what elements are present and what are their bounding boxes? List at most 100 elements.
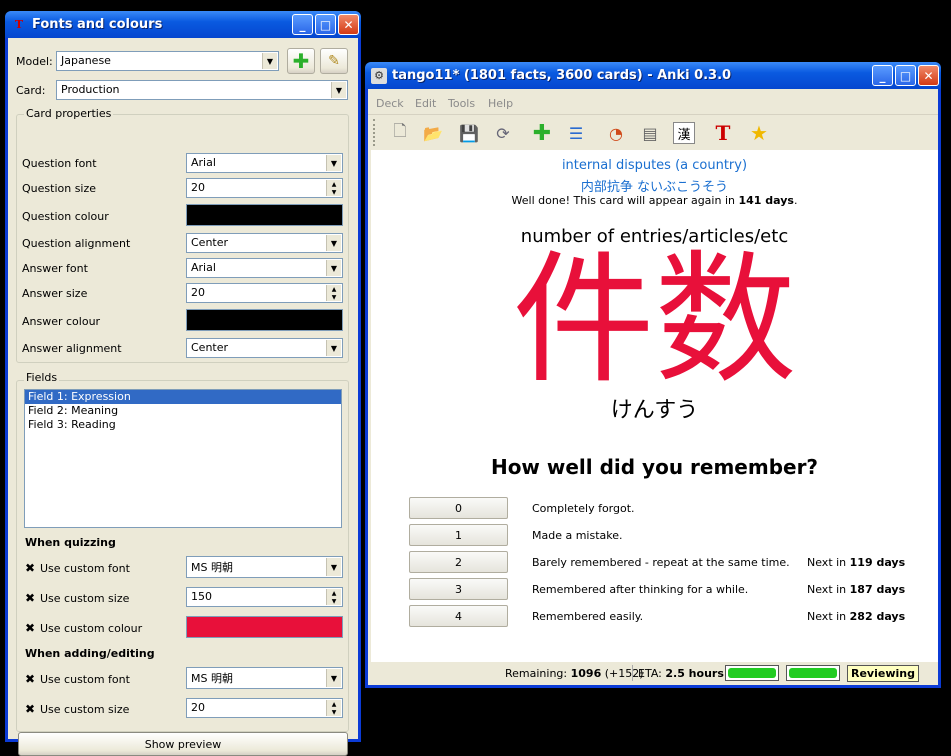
anki-titlebar[interactable]: ⚙ tango11* (1801 facts, 3600 cards) - An… [365, 62, 941, 89]
chevron-down-icon: ▼ [326, 260, 341, 276]
new-deck-icon[interactable]: 🗋 [389, 121, 411, 144]
minimize-icon[interactable]: _ [872, 65, 893, 86]
fonts-window: T Fonts and colours _ □ ✕ Model: Japanes… [5, 11, 361, 756]
sync-icon[interactable]: ⟳ [492, 122, 514, 144]
fonts-titlebar[interactable]: T Fonts and colours _ □ ✕ [5, 11, 361, 38]
adding-title: When adding/editing [25, 647, 155, 660]
next-interval: Next in 119 days [807, 556, 906, 569]
spin-up-icon[interactable]: ▲ [326, 180, 341, 188]
model-select[interactable]: Japanese ▼ [56, 51, 279, 71]
list-item[interactable]: Field 3: Reading [25, 418, 341, 432]
list-item[interactable]: Field 2: Meaning [25, 404, 341, 418]
property-label: Question size [22, 182, 97, 195]
fonts-client: Model: Japanese ▼ ✚ ✎ Card: Production ▼ C… [8, 38, 358, 756]
card-select[interactable]: Production ▼ [56, 80, 348, 100]
progress-bar-1 [725, 665, 779, 681]
status-bar: Remaining: 1096 (+152) ETA: 2.5 hours Re… [368, 662, 938, 685]
add-model-button[interactable]: ✚ [287, 48, 315, 74]
close-icon[interactable]: ✕ [338, 14, 359, 35]
spin-up-icon[interactable]: ▲ [326, 589, 341, 597]
card-properties-title: Card properties [24, 107, 114, 120]
menu-help[interactable]: Help [488, 97, 513, 110]
property-select[interactable]: Center ▼ [186, 233, 343, 253]
progress-bar-2 [786, 665, 840, 681]
menu-deck[interactable]: Deck [376, 97, 404, 110]
spin-down-icon[interactable]: ▼ [326, 188, 341, 196]
card-label: Card: [16, 84, 46, 97]
remember-prompt: How well did you remember? [490, 455, 819, 479]
spin-down-icon[interactable]: ▼ [326, 597, 341, 605]
quiz-size-checkbox[interactable]: ✖ [24, 592, 36, 604]
add-size-label: Use custom size [40, 703, 130, 716]
property-label: Answer font [22, 262, 88, 275]
open-deck-icon[interactable]: 📂 [422, 122, 444, 144]
property-label: Question font [22, 157, 97, 170]
answer-button-3[interactable]: 3 [409, 578, 508, 600]
window-title: Fonts and colours [32, 17, 163, 32]
answer-button-0[interactable]: 0 [409, 497, 508, 519]
quiz-font-label: Use custom font [40, 562, 130, 575]
spin-up-icon[interactable]: ▲ [326, 285, 341, 293]
anki-client: Deck Edit Tools Help 🗋 📂 💾 ⟳ ✚ ☰ ◔ ▤ 漢 T… [368, 89, 938, 685]
toolbar-grip [373, 119, 376, 146]
next-interval: Next in 282 days [807, 610, 906, 623]
save-icon[interactable]: 💾 [458, 122, 480, 144]
anki-window: ⚙ tango11* (1801 facts, 3600 cards) - An… [365, 62, 941, 688]
add-size-spinbox[interactable]: 20 ▲ ▼ [186, 698, 343, 718]
colour-swatch[interactable] [186, 309, 343, 331]
card-list-icon[interactable]: ▤ [639, 122, 661, 144]
show-preview-button[interactable]: Show preview [18, 732, 348, 756]
add-card-icon[interactable]: ✚ [531, 121, 553, 146]
size-spinbox[interactable]: 20 ▲ ▼ [186, 283, 343, 303]
answer-button-2[interactable]: 2 [409, 551, 508, 573]
list-item[interactable]: Field 1: Expression [25, 390, 341, 404]
chevron-down-icon: ▼ [326, 669, 341, 687]
spin-down-icon[interactable]: ▼ [326, 708, 341, 716]
add-size-checkbox[interactable]: ✖ [24, 703, 36, 715]
minimize-icon[interactable]: _ [292, 14, 313, 35]
fields-list[interactable]: Field 1: Expression Field 2: Meaning Fie… [24, 389, 342, 528]
add-font-select[interactable]: MS 明朝 ▼ [186, 667, 343, 689]
property-label: Answer alignment [22, 342, 122, 355]
previous-answer: internal disputes (a country) [561, 158, 748, 173]
fonts-icon[interactable]: T [712, 121, 734, 145]
star-icon[interactable]: ★ [748, 121, 770, 145]
property-select[interactable]: Arial ▼ [186, 153, 343, 173]
close-icon[interactable]: ✕ [918, 65, 939, 86]
quiz-font-checkbox[interactable]: ✖ [24, 562, 36, 574]
reading-text: けんすう [610, 398, 699, 423]
anki-app-icon: ⚙ [371, 67, 387, 84]
answer-description: Completely forgot. [532, 502, 635, 515]
card-view: internal disputes (a country) 内部抗争 ないぶこう… [371, 150, 938, 662]
menu-tools[interactable]: Tools [448, 97, 475, 110]
answer-description: Remembered after thinking for a while. [532, 583, 749, 596]
quiz-colour-swatch[interactable] [186, 616, 343, 638]
chevron-down-icon: ▼ [326, 235, 341, 251]
answer-button-4[interactable]: 4 [409, 605, 508, 627]
quiz-size-label: Use custom size [40, 592, 130, 605]
chevron-down-icon: ▼ [326, 155, 341, 171]
kanji-icon[interactable]: 漢 [673, 122, 695, 144]
spin-down-icon[interactable]: ▼ [326, 293, 341, 301]
spin-up-icon[interactable]: ▲ [326, 700, 341, 708]
remaining-status: Remaining: 1096 (+152) [505, 667, 644, 680]
quiz-size-spinbox[interactable]: 150 ▲ ▼ [186, 587, 343, 607]
kanji-expression: 件数 [512, 238, 797, 403]
colour-swatch[interactable] [186, 204, 343, 226]
maximize-icon[interactable]: □ [895, 65, 916, 86]
property-select[interactable]: Arial ▼ [186, 258, 343, 278]
size-spinbox[interactable]: 20 ▲ ▼ [186, 178, 343, 198]
menu-edit[interactable]: Edit [415, 97, 436, 110]
quiz-colour-checkbox[interactable]: ✖ [24, 622, 36, 634]
chevron-down-icon: ▼ [262, 53, 277, 69]
answer-button-1[interactable]: 1 [409, 524, 508, 546]
add-font-checkbox[interactable]: ✖ [24, 673, 36, 685]
statistics-icon[interactable]: ◔ [605, 122, 627, 144]
status-divider [632, 665, 633, 681]
property-select[interactable]: Center ▼ [186, 338, 343, 358]
edit-model-button[interactable]: ✎ [320, 48, 348, 74]
chevron-down-icon: ▼ [331, 82, 346, 98]
quiz-font-select[interactable]: MS 明朝 ▼ [186, 556, 343, 578]
maximize-icon[interactable]: □ [315, 14, 336, 35]
browse-cards-icon[interactable]: ☰ [565, 122, 587, 144]
